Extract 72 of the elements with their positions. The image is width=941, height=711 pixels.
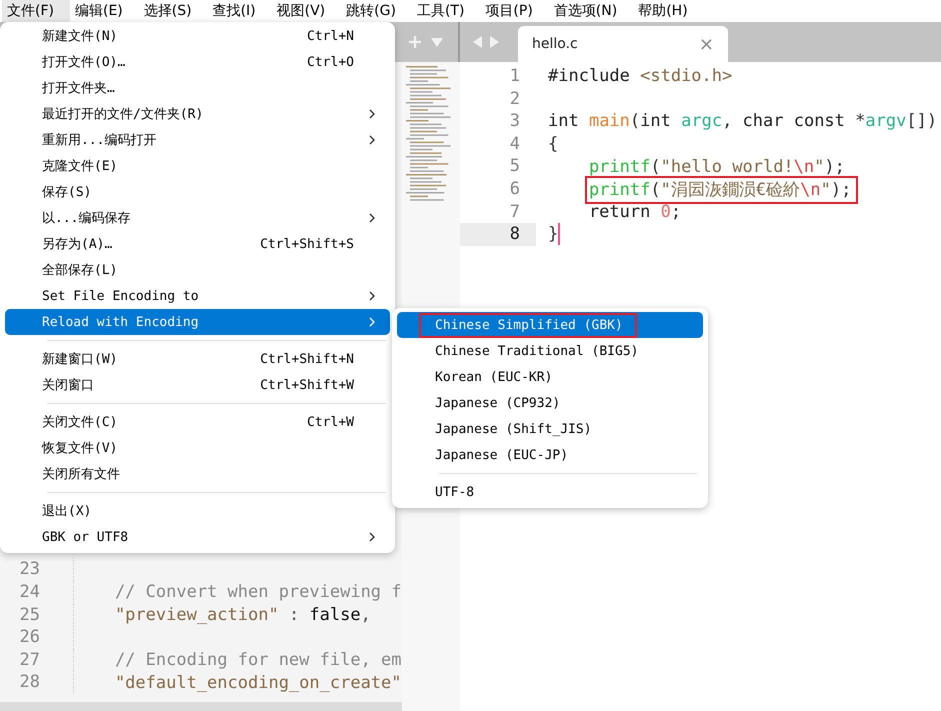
code-line: { (548, 134, 558, 154)
menu-item[interactable]: Japanese (CP932) (397, 390, 703, 416)
close-icon[interactable]: × (698, 34, 714, 54)
line-number: 3 (508, 110, 521, 133)
code-line: #include <stdio.h> (548, 66, 732, 86)
menu-item[interactable]: Japanese (Shift_JIS) (397, 416, 703, 442)
menu-item[interactable]: 保存(S) (5, 179, 390, 205)
menu-bar-item[interactable]: 项目(P) (480, 0, 549, 22)
caret-down-icon[interactable] (430, 35, 444, 49)
line-number: 23 (18, 558, 40, 582)
file-tab[interactable]: hello.c × (518, 26, 728, 62)
menu-item[interactable]: Japanese (EUC-JP) (397, 442, 703, 468)
menu-bar-item[interactable]: 帮助(H) (633, 0, 704, 22)
menu-item[interactable]: 退出(X) (5, 498, 390, 524)
line-number: 1 (508, 65, 521, 88)
menu-bar-item[interactable]: 跳转(G) (341, 0, 412, 22)
line-number: 26 (18, 626, 40, 649)
menu-item[interactable]: 关闭所有文件 (5, 461, 390, 487)
code-line: printf("hello world!\n"); (588, 156, 845, 177)
menu-bar-item[interactable]: 视图(V) (272, 0, 342, 22)
plus-icon[interactable] (408, 35, 422, 49)
menu-item[interactable]: 打开文件夹… (5, 75, 390, 101)
chevron-icon (368, 532, 376, 542)
chevron-icon (368, 291, 376, 301)
line-number: 27 (18, 648, 40, 672)
menu-bar-item[interactable]: 工具(T) (412, 0, 480, 22)
menu-item[interactable]: 新建窗口(W) Ctrl+Shift+N (5, 346, 390, 372)
menu-bar-item[interactable]: 选择(S) (138, 0, 208, 22)
menu-item[interactable]: UTF-8 (397, 479, 703, 505)
menu-item[interactable]: Korean (EUC-KR) (397, 364, 703, 390)
chevron-icon (368, 109, 376, 119)
line-number: 5 (508, 155, 521, 178)
code-line: "preview_action" : false, (114, 604, 371, 625)
menu-item[interactable]: 全部保存(L) (5, 257, 390, 283)
menu-item[interactable]: Chinese Traditional (BIG5) (397, 338, 703, 364)
menu-item[interactable]: 以...编码保存 (5, 205, 390, 231)
menu-item[interactable]: 打开文件(O)… Ctrl+O (5, 49, 390, 75)
menu-item[interactable]: 最近打开的文件/文件夹(R) (5, 101, 390, 127)
line-number: 2 (508, 88, 521, 110)
code-line: "default_encoding_on_create" (114, 672, 402, 693)
code-line: int main(int argc, char const *argv[]) (548, 111, 938, 132)
menu-item[interactable]: 关闭文件(C) Ctrl+W (5, 409, 390, 435)
text-cursor (558, 223, 560, 246)
menu-item[interactable]: 重新用...编码打开 (5, 127, 390, 153)
line-number: 24 (18, 581, 40, 604)
menu-bar-item[interactable]: 编辑(E) (70, 0, 139, 22)
menu-item[interactable]: Reload with Encoding (5, 309, 390, 335)
menu-item[interactable]: 恢复文件(V) (5, 435, 390, 461)
code-line: return 0; (588, 202, 682, 222)
code-line: // Convert when previewing f (114, 582, 402, 602)
chevron-icon (368, 317, 376, 327)
menu-item[interactable]: 克隆文件(E) (5, 153, 390, 179)
menu-item[interactable]: 关闭窗口 Ctrl+Shift+W (5, 372, 390, 398)
code-line: // Encoding for new file, em (114, 650, 402, 670)
menu-item[interactable]: 新建文件(N) Ctrl+N (5, 23, 390, 49)
menu-item[interactable]: GBK or UTF8 (5, 524, 390, 550)
menu-bar-item[interactable]: 首选项(N) (548, 0, 634, 22)
code-line: } (548, 224, 558, 244)
chevron-icon (368, 213, 376, 223)
line-number: 7 (508, 200, 521, 224)
chevron-icon (368, 135, 376, 145)
menu-bar-item[interactable]: 文件(F) (2, 0, 70, 22)
line-number: 4 (508, 132, 521, 156)
line-number: 25 (18, 604, 40, 626)
line-number: 28 (18, 671, 40, 694)
menu-item[interactable]: Chinese Simplified (GBK) (397, 312, 703, 338)
menu-bar-item[interactable]: 查找(I) (208, 0, 272, 22)
menu-item[interactable]: Set File Encoding to (5, 283, 390, 309)
tab-title: hello.c (532, 36, 578, 52)
line-number: 6 (508, 178, 521, 201)
line-number: 8 (460, 223, 536, 246)
menu-item[interactable]: 另存为(A)… Ctrl+Shift+S (5, 231, 390, 257)
